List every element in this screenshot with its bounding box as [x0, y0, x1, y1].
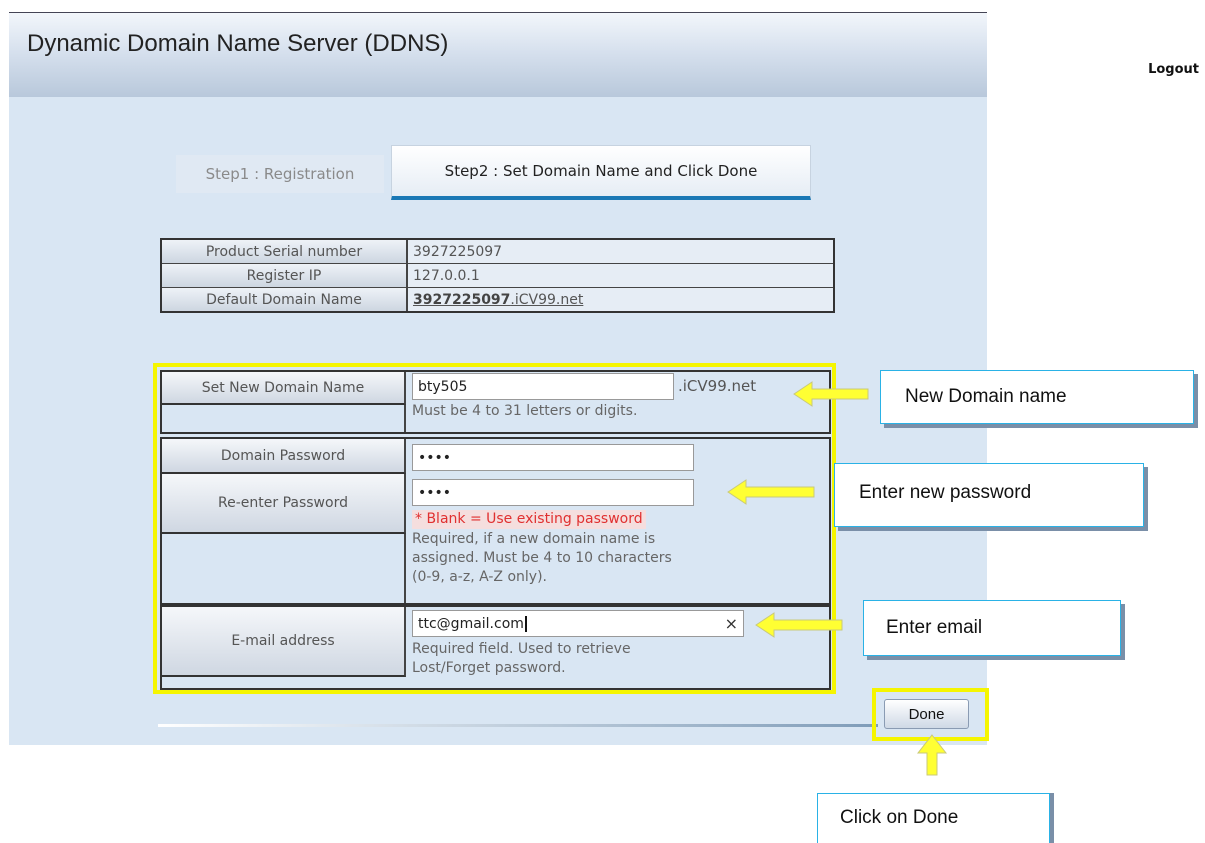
arrow-up-icon: [916, 734, 948, 776]
divider-line: [158, 724, 878, 727]
register-ip-label: Register IP: [162, 264, 408, 287]
default-domain-label: Default Domain Name: [162, 288, 408, 311]
default-domain-suffix: .iCV99.net: [510, 291, 584, 308]
device-info-table: Product Serial number 3927225097 Registe…: [160, 238, 835, 313]
callout-new-password: Enter new password: [834, 463, 1144, 527]
table-row: Product Serial number 3927225097: [162, 240, 833, 264]
register-ip-value: 127.0.0.1: [408, 264, 833, 287]
tab-step1-registration[interactable]: Step1 : Registration: [176, 155, 384, 193]
arrow-left-icon: [793, 381, 869, 407]
done-button[interactable]: Done: [884, 699, 969, 729]
callout-new-domain-text: New Domain name: [905, 386, 1067, 407]
callout-new-password-text: Enter new password: [859, 482, 1032, 503]
default-domain-value[interactable]: 3927225097.iCV99.net: [408, 288, 833, 311]
table-row: Default Domain Name 3927225097.iCV99.net: [162, 288, 833, 311]
callout-email-text: Enter email: [886, 617, 983, 638]
tab-step2-set-domain[interactable]: Step2 : Set Domain Name and Click Done: [391, 145, 811, 200]
callout-click-done-text: Click on Done: [840, 807, 959, 828]
arrow-left-icon: [755, 612, 843, 638]
arrow-left-icon: [727, 479, 815, 505]
serial-value: 3927225097: [408, 240, 833, 263]
form-highlight-box: [153, 363, 836, 694]
callout-email: Enter email: [863, 600, 1121, 656]
page-title: Dynamic Domain Name Server (DDNS): [27, 30, 449, 57]
callout-click-done: Click on Done: [817, 793, 1050, 843]
table-row: Register IP 127.0.0.1: [162, 264, 833, 288]
serial-label: Product Serial number: [162, 240, 408, 263]
default-domain-serial: 3927225097: [413, 291, 511, 308]
logout-link[interactable]: Logout: [1148, 62, 1199, 77]
callout-new-domain: New Domain name: [880, 370, 1194, 424]
